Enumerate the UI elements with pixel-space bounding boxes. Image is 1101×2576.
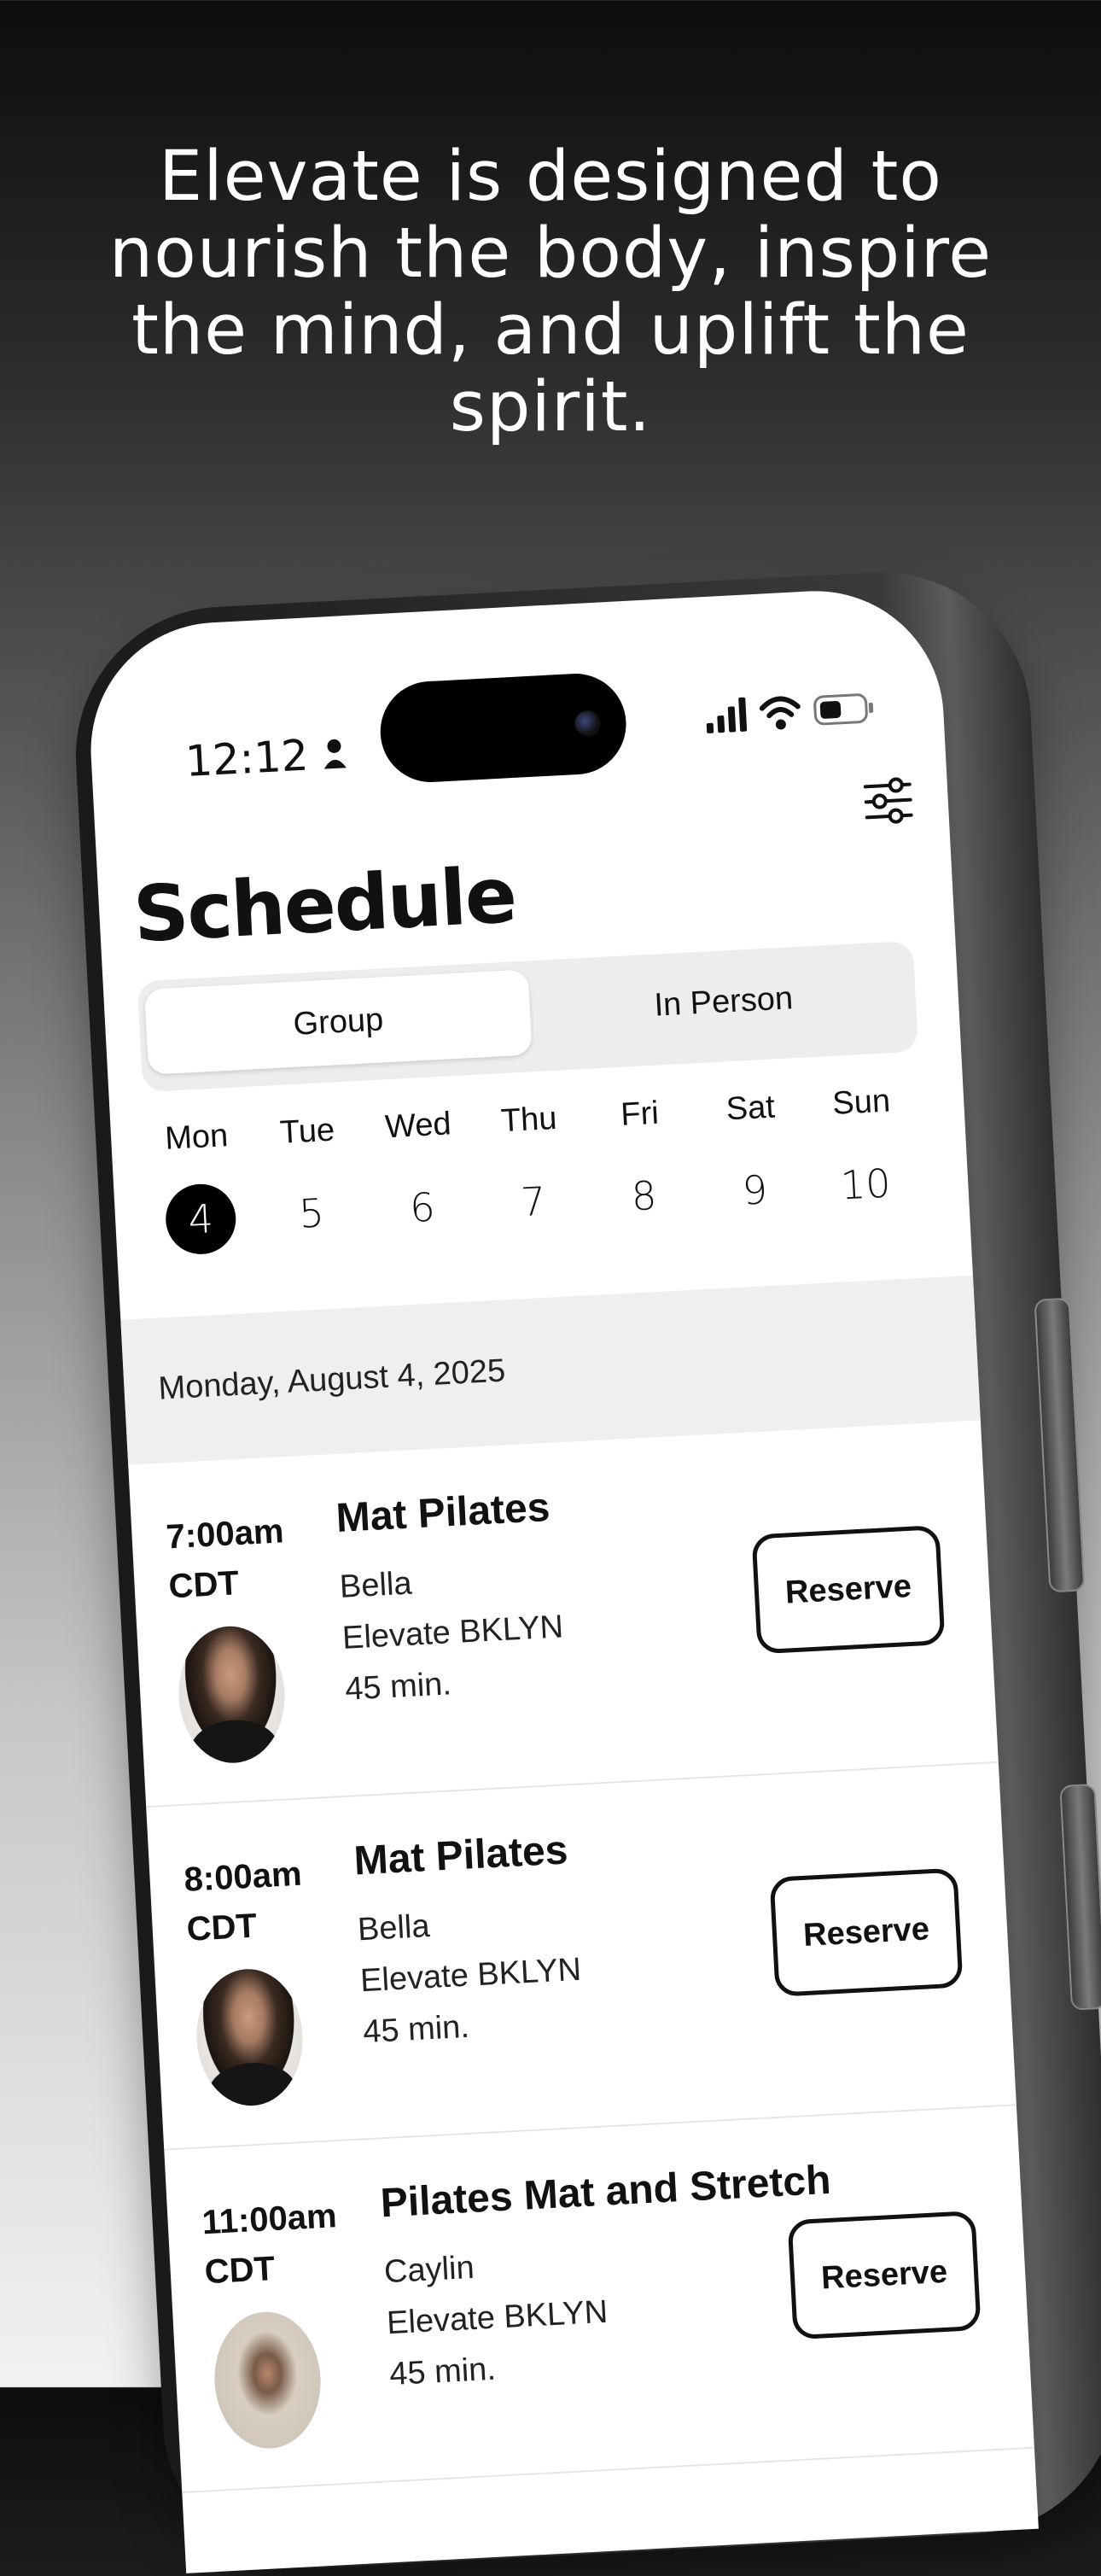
day-number: 5 (298, 1189, 326, 1237)
class-duration: 45 min. (344, 1666, 452, 1708)
segmented-control: Group In Person (137, 940, 919, 1093)
camera-icon (574, 710, 602, 738)
class-instructor: Bella (338, 1565, 413, 1605)
class-time-zone: CDT (167, 1564, 240, 1606)
day-number: 4 (164, 1182, 238, 1256)
phone-frame: 12:12 Schedule Group In Person Mon 4 Tue… (68, 564, 1101, 2576)
class-location: Elevate BKLYN (341, 1609, 565, 1656)
class-time-zone: CDT (185, 1907, 259, 1948)
class-start-time: 11:00am (201, 2197, 338, 2242)
day-number: 10 (839, 1159, 892, 1209)
reserve-button[interactable]: Reserve (751, 1525, 946, 1655)
day-name: Wed (384, 1106, 452, 1146)
filter-sliders-icon[interactable] (861, 774, 915, 827)
class-row: 11:00am CDT Pilates Mat and Stretch Cayl… (164, 2106, 1034, 2494)
day-name: Tue (278, 1112, 336, 1151)
class-row: 8:00am CDT Mat Pilates Bella Elevate BKL… (146, 1762, 1017, 2151)
person-icon (323, 739, 347, 769)
day-number: 7 (519, 1177, 547, 1226)
instructor-avatar (175, 1623, 288, 1766)
day-name: Thu (499, 1100, 558, 1140)
day-name: Mon (164, 1118, 230, 1157)
day-name: Sun (831, 1083, 892, 1122)
instructor-avatar (211, 2309, 324, 2451)
volume-button (1034, 1297, 1086, 1593)
reserve-button[interactable]: Reserve (787, 2210, 982, 2340)
class-list: 7:00am CDT Mat Pilates Bella Elevate BKL… (128, 1420, 1034, 2494)
marketing-headline: Elevate is designed to nourish the body,… (108, 137, 993, 447)
instructor-avatar (193, 1966, 306, 2109)
class-start-time: 7:00am (165, 1512, 285, 1557)
tab-in-person[interactable]: In Person (529, 949, 918, 1054)
day-tue[interactable]: Tue 5 (255, 1111, 364, 1251)
app-screen: 12:12 Schedule Group In Person Mon 4 Tue… (84, 584, 1039, 2573)
reserve-button[interactable]: Reserve (769, 1867, 964, 1997)
day-number: 6 (408, 1183, 436, 1231)
day-wed[interactable]: Wed 6 (366, 1105, 475, 1245)
selected-date: Monday, August 4, 2025 (157, 1352, 507, 1407)
class-name: Pilates Mat and Stretch (379, 2157, 832, 2227)
class-time: 7:00am CDT (165, 1505, 306, 1611)
day-number: 8 (630, 1171, 658, 1220)
battery-icon (813, 693, 874, 726)
status-bar-time: 12:12 (184, 728, 349, 786)
class-start-time: 8:00am (183, 1855, 303, 1899)
day-number: 9 (741, 1166, 769, 1214)
class-instructor: Caylin (383, 2249, 475, 2291)
status-time-text: 12:12 (184, 730, 310, 787)
class-location: Elevate BKLYN (386, 2293, 609, 2342)
day-thu[interactable]: Thu 7 (477, 1099, 586, 1239)
class-row: 7:00am CDT Mat Pilates Bella Elevate BKL… (128, 1420, 999, 1808)
class-location: Elevate BKLYN (359, 1951, 583, 2000)
day-mon[interactable]: Mon 4 (144, 1117, 253, 1257)
status-bar-icons (703, 689, 877, 739)
class-instructor: Bella (356, 1907, 431, 1948)
class-time: 11:00am CDT (201, 2191, 342, 2297)
cellular-signal-icon (706, 697, 748, 733)
class-time: 8:00am CDT (183, 1849, 324, 1954)
class-duration: 45 min. (362, 2008, 470, 2051)
day-name: Fri (620, 1095, 660, 1133)
class-name: Mat Pilates (352, 1827, 569, 1884)
class-time-zone: CDT (203, 2250, 277, 2292)
day-fri[interactable]: Fri 8 (588, 1094, 697, 1234)
dynamic-island (377, 671, 629, 785)
day-sun[interactable]: Sun 10 (809, 1082, 918, 1222)
action-button (1059, 1783, 1101, 2011)
week-day-picker: Mon 4 Tue 5 Wed 6 Thu 7 Fri 8 Sat 9 Sun … (144, 1082, 929, 1293)
tab-group[interactable]: Group (144, 969, 533, 1075)
day-name: Sat (725, 1089, 776, 1128)
wifi-icon (760, 696, 801, 730)
page-title: Schedule (131, 850, 518, 961)
class-name: Mat Pilates (335, 1484, 551, 1541)
phone-mockup: 12:12 Schedule Group In Person Mon 4 Tue… (68, 561, 1101, 2576)
day-sat[interactable]: Sat 9 (698, 1088, 807, 1228)
